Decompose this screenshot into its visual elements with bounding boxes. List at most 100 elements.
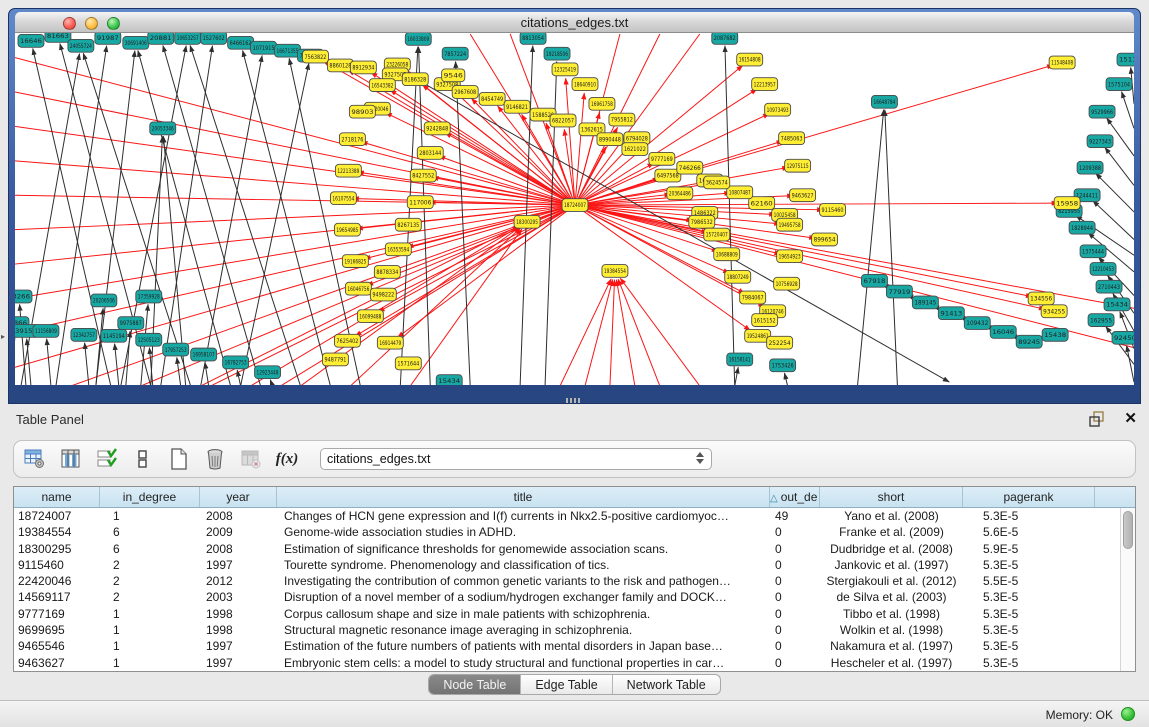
table-row[interactable]: 977716911998Corpus callosum shape and si… xyxy=(14,606,1135,622)
table-row[interactable]: 1938455462009Genome-wide association stu… xyxy=(14,524,1135,540)
graph-node-yellow[interactable]: 134556 xyxy=(1028,292,1054,305)
graph-node-yellow[interactable]: 8878334 xyxy=(374,266,400,279)
select-all-rows-icon[interactable] xyxy=(94,446,120,472)
graph-node-yellow[interactable]: 746266 xyxy=(677,161,703,174)
graph-node-teal[interactable]: 89245 xyxy=(1016,335,1042,348)
table-row[interactable]: 946554611997Estimation of the future num… xyxy=(14,638,1135,654)
graph-node-yellow[interactable]: 7485063 xyxy=(779,132,805,145)
graph-node-teal[interactable]: 16782753 xyxy=(223,356,249,369)
graph-node-teal[interactable]: 9227343 xyxy=(1087,135,1113,148)
graph-node-teal[interactable]: 15434 xyxy=(1104,298,1130,311)
graph-node-yellow[interactable]: 12325419 xyxy=(552,63,578,76)
graph-node-teal[interactable]: 1209388 xyxy=(1077,161,1103,174)
graph-node-teal[interactable]: 15117 xyxy=(1117,53,1134,66)
graph-node-yellow[interactable]: 18300295 xyxy=(514,215,540,228)
graph-node-teal[interactable]: 12505123 xyxy=(136,333,162,346)
graph-node-yellow[interactable]: 12975115 xyxy=(785,159,811,172)
graph-node-yellow[interactable]: 15720407 xyxy=(704,228,730,241)
table-row[interactable]: 911546021997Tourette syndrome. Phenomeno… xyxy=(14,557,1135,573)
graph-node-yellow[interactable]: 62160 xyxy=(749,197,775,210)
graph-node-teal[interactable]: 92450 xyxy=(1112,331,1134,344)
graph-node-teal[interactable]: 12210453 xyxy=(1090,263,1116,276)
graph-node-yellow[interactable]: 9242848 xyxy=(424,122,450,135)
graph-node-yellow[interactable]: 8860128 xyxy=(327,59,353,72)
graph-node-yellow[interactable]: 16543382 xyxy=(369,79,395,92)
graph-node-teal[interactable]: 16033809 xyxy=(405,33,431,45)
table-row[interactable]: 2242004622012Investigating the contribut… xyxy=(14,573,1135,589)
graph-node-teal[interactable]: 2087682 xyxy=(712,33,738,44)
tab-edge-table[interactable]: Edge Table xyxy=(521,675,612,694)
column-header-title[interactable]: title xyxy=(277,487,770,507)
graph-node-yellow[interactable]: 98903 xyxy=(349,105,375,118)
graph-node-teal[interactable]: 20881 xyxy=(148,33,174,44)
graph-node-yellow[interactable]: 9498222 xyxy=(370,288,396,301)
graph-node-teal[interactable]: 67918 xyxy=(861,274,887,287)
table-row[interactable]: 1830029562008Estimation of significance … xyxy=(14,541,1135,557)
graph-node-teal[interactable]: 1828944 xyxy=(1069,221,1095,234)
network-canvas[interactable]: 1664681663240557249198730691406208811065… xyxy=(15,33,1134,385)
column-header-year[interactable]: year xyxy=(200,487,277,507)
close-panel-icon[interactable]: ✕ xyxy=(1124,409,1137,427)
graph-node-yellow[interactable]: 2803144 xyxy=(417,147,443,160)
graph-node-teal[interactable]: 109432 xyxy=(964,317,990,330)
graph-node-yellow[interactable]: 10973493 xyxy=(765,103,791,116)
column-header-name[interactable]: name xyxy=(14,487,100,507)
table-row[interactable]: 1872400712008Changes of HCN gene express… xyxy=(14,508,1135,524)
graph-node-teal[interactable]: 162955 xyxy=(1088,314,1114,327)
graph-node-yellow[interactable]: 19166825 xyxy=(342,255,368,268)
graph-node-teal[interactable]: 16648784 xyxy=(871,95,897,108)
graph-node-yellow[interactable]: 18640910 xyxy=(572,78,598,91)
show-columns-icon[interactable] xyxy=(58,446,84,472)
graph-node-teal[interactable]: 12342757 xyxy=(71,328,97,341)
graph-node-yellow[interactable]: 9463627 xyxy=(790,189,816,202)
graph-node-yellow[interactable]: 16099488 xyxy=(357,310,383,323)
graph-node-yellow[interactable]: 11548408 xyxy=(1049,56,1075,69)
graph-node-yellow[interactable]: 2967608 xyxy=(452,86,478,99)
node-attribute-table[interactable]: namein_degreeyeartitle△out_de…shortpager… xyxy=(13,486,1136,672)
graph-node-yellow[interactable]: 8186328 xyxy=(402,73,428,86)
graph-node-yellow[interactable]: 12213957 xyxy=(752,78,778,91)
network-window-titlebar[interactable]: citations_edges.txt xyxy=(15,12,1134,33)
graph-node-teal[interactable]: 19218506 xyxy=(544,47,570,60)
column-header-pagerank[interactable]: pagerank xyxy=(963,487,1095,507)
graph-node-yellow[interactable]: 252254 xyxy=(767,336,793,349)
graph-node-teal[interactable]: 1575104 xyxy=(1106,78,1132,91)
delete-table-icon-disabled[interactable] xyxy=(238,446,264,472)
graph-node-teal[interactable]: 16046 xyxy=(990,326,1016,339)
graph-node-yellow[interactable]: 7986532 xyxy=(689,215,715,228)
tab-network-table[interactable]: Network Table xyxy=(613,675,720,694)
graph-node-teal[interactable]: 8813054 xyxy=(520,33,546,44)
graph-node-teal[interactable]: 15438 xyxy=(1042,328,1068,341)
table-row[interactable]: 969969511998Structural magnetic resonanc… xyxy=(14,622,1135,638)
graph-node-teal[interactable]: 9975887 xyxy=(118,317,144,330)
graph-node-teal[interactable]: 1145194 xyxy=(101,329,127,342)
graph-node-yellow[interactable]: 16046756 xyxy=(345,282,371,295)
new-file-icon[interactable] xyxy=(166,446,192,472)
column-header-in_degree[interactable]: in_degree xyxy=(100,487,200,507)
graph-node-yellow[interactable]: 19654985 xyxy=(334,223,360,236)
graph-node-yellow[interactable]: 16961758 xyxy=(589,97,615,110)
graph-node-yellow[interactable]: 1571644 xyxy=(395,357,421,370)
vertical-scrollbar[interactable] xyxy=(1120,508,1135,671)
graph-node-teal[interactable]: 11156809 xyxy=(33,325,59,338)
graph-node-yellow[interactable]: 9546 xyxy=(442,69,465,82)
graph-node-teal[interactable]: 20206506 xyxy=(91,294,117,307)
graph-node-teal[interactable]: 16156141 xyxy=(727,353,753,366)
graph-node-yellow[interactable]: 20364486 xyxy=(667,187,693,200)
graph-node-teal[interactable]: 15434 xyxy=(436,375,462,385)
graph-node-yellow[interactable]: 6822057 xyxy=(550,114,576,127)
graph-node-yellow[interactable]: 9487791 xyxy=(322,353,348,366)
graph-node-teal[interactable]: 23266 xyxy=(15,290,32,303)
graph-node-teal[interactable]: 16671355 xyxy=(275,44,301,57)
graph-node-teal[interactable]: 1753426 xyxy=(770,359,796,372)
graph-node-yellow[interactable]: 12213389 xyxy=(335,164,361,177)
graph-node-yellow[interactable]: 10688809 xyxy=(714,248,740,261)
graph-node-yellow[interactable]: 934255 xyxy=(1041,305,1067,318)
graph-node-teal[interactable]: 10653257 xyxy=(175,33,201,44)
row-height-icon[interactable] xyxy=(130,446,156,472)
graph-node-yellow[interactable]: 16154808 xyxy=(737,53,763,66)
graph-node-yellow[interactable]: 19495758 xyxy=(777,218,803,231)
splitter-grip[interactable] xyxy=(566,398,582,403)
graph-node-yellow[interactable]: 9777169 xyxy=(649,152,675,165)
graph-node-yellow[interactable]: 16914479 xyxy=(377,336,403,349)
